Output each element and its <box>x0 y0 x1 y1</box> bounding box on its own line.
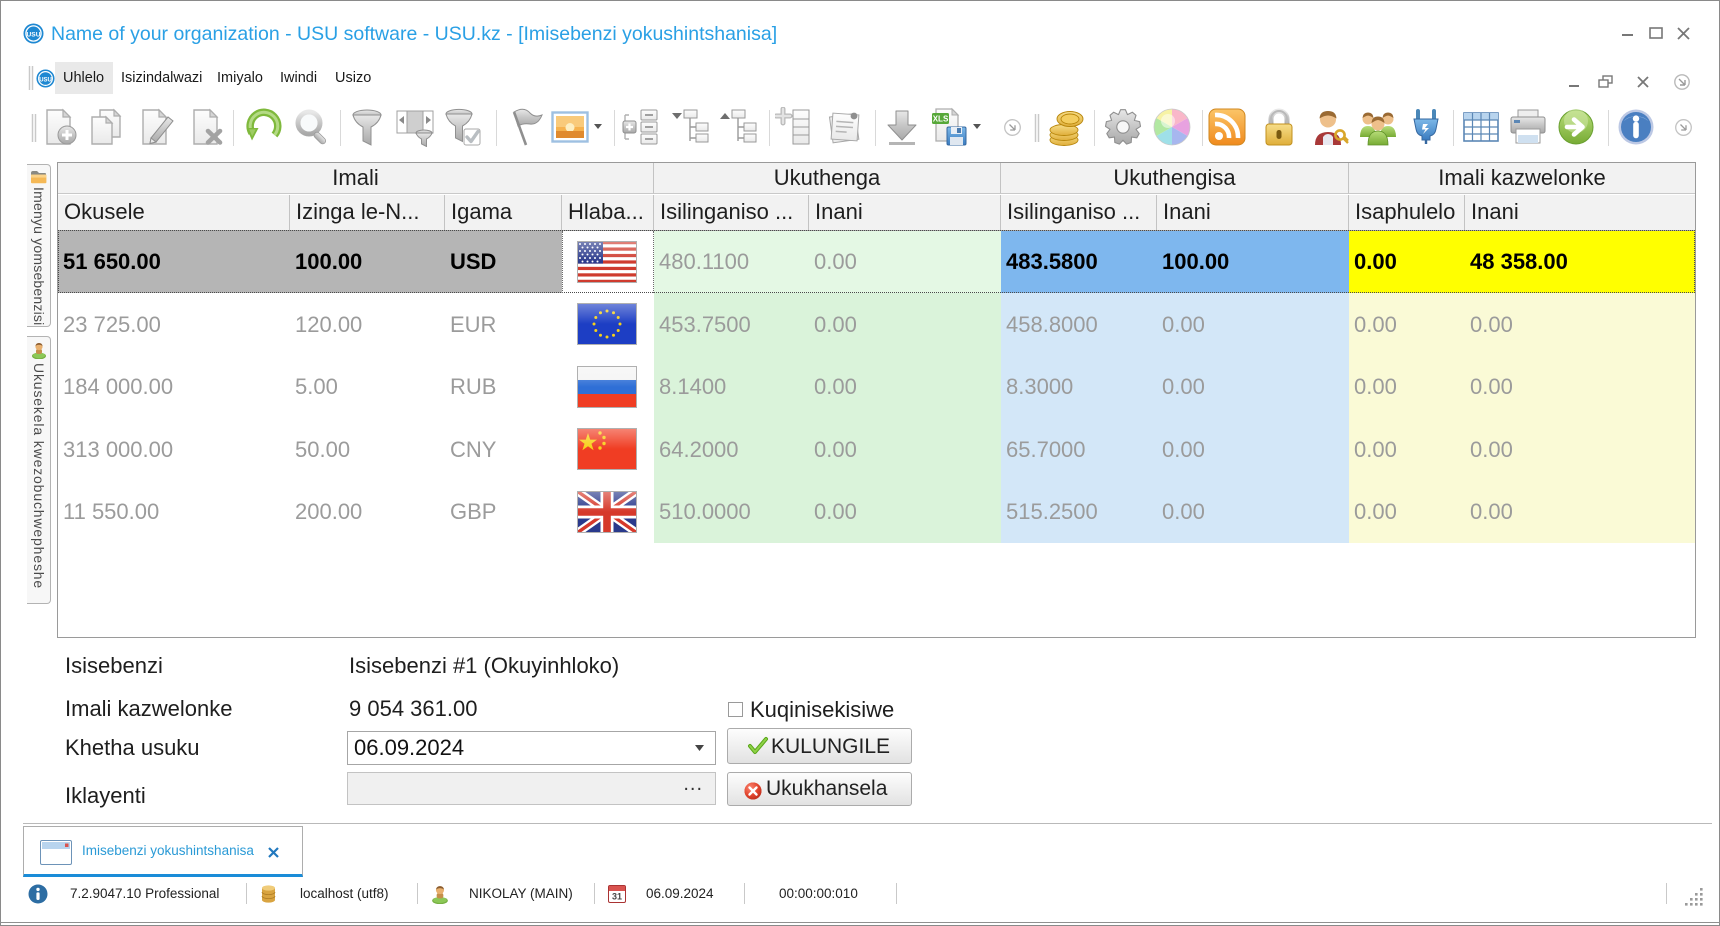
svg-text:XLS: XLS <box>933 115 949 124</box>
svg-text:31: 31 <box>612 892 622 902</box>
svg-text:USU: USU <box>39 77 52 83</box>
svg-text:USU: USU <box>27 32 41 39</box>
